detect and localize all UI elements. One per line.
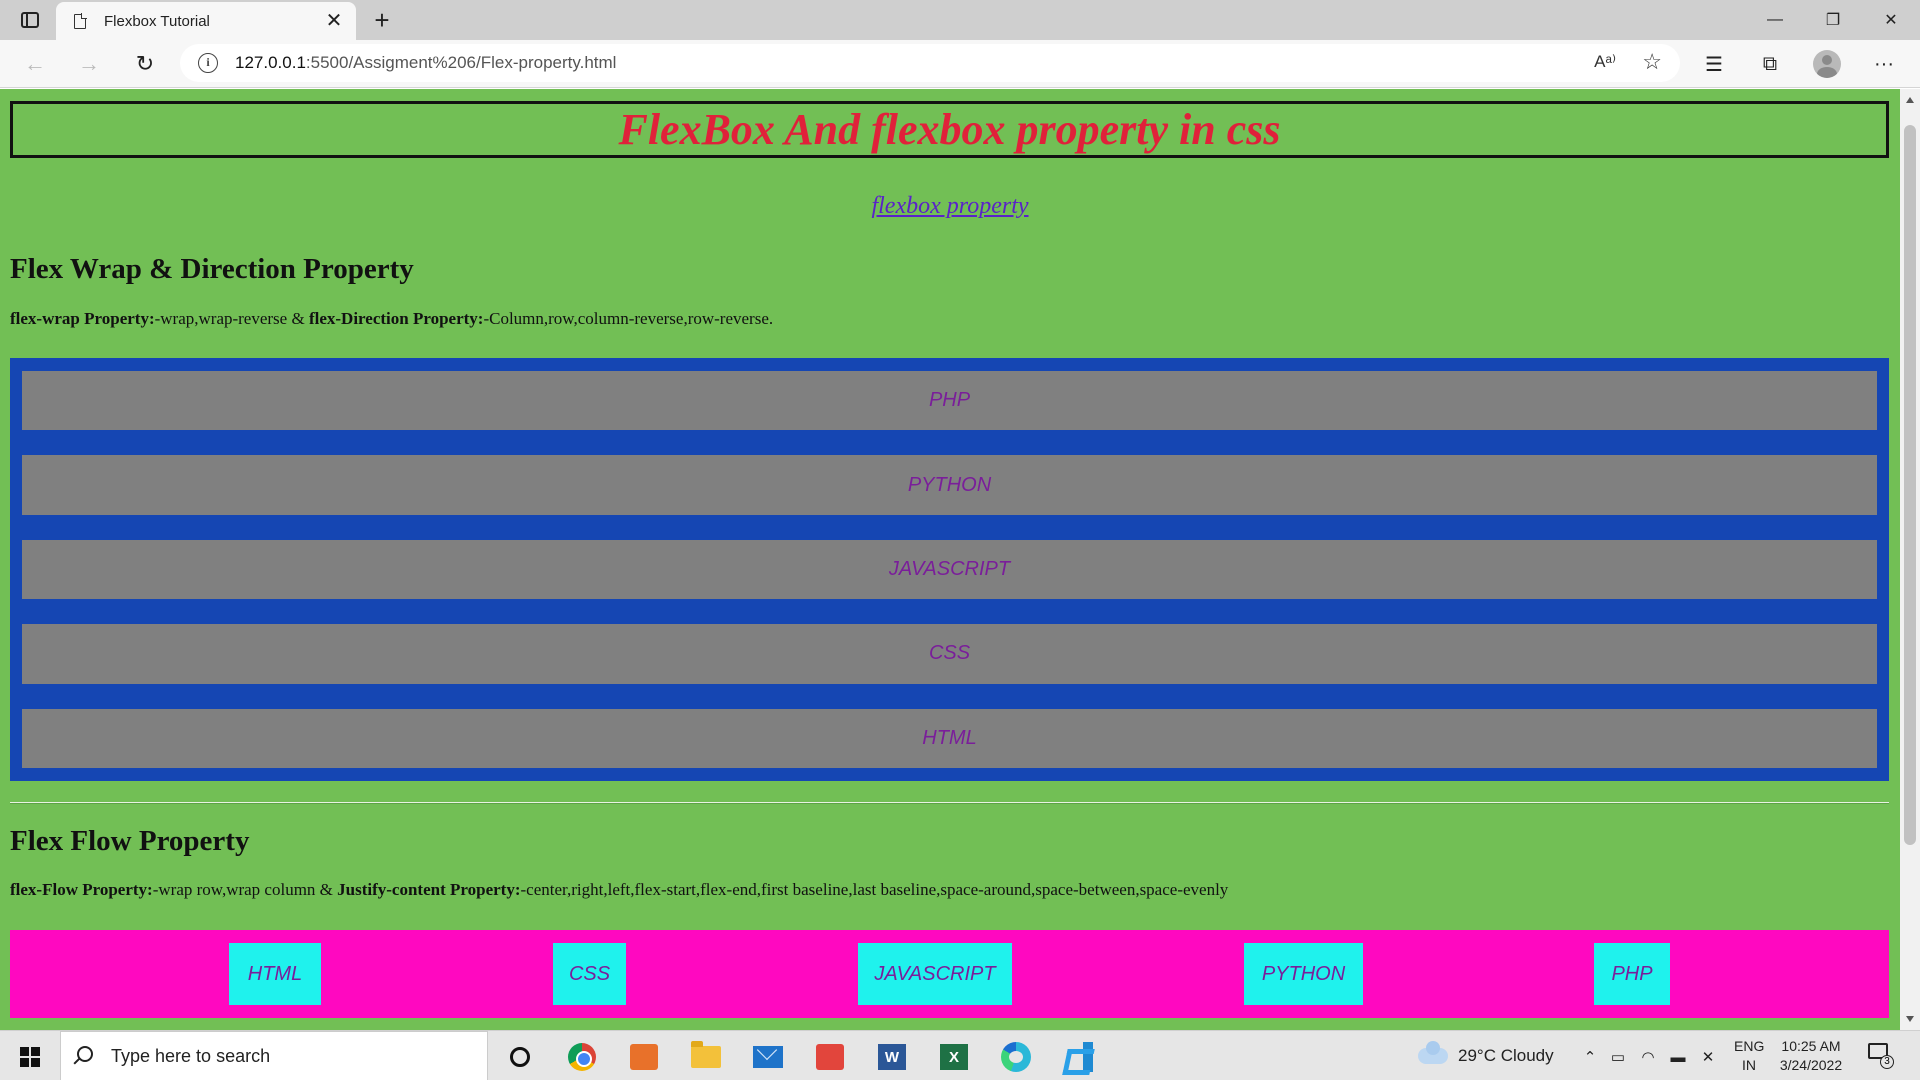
- tab-title: Flexbox Tutorial: [104, 12, 210, 30]
- more-menu-icon[interactable]: ···: [1867, 48, 1901, 80]
- file-explorer-icon[interactable]: [684, 1039, 728, 1075]
- language-indicator[interactable]: ENG IN: [1734, 1037, 1764, 1075]
- flex-item-html: HTML: [229, 943, 321, 1005]
- site-info-icon[interactable]: i: [198, 53, 218, 73]
- speaker-muted-icon[interactable]: ✕: [1696, 1045, 1720, 1069]
- browser-tab-bar: Flexbox Tutorial ✕ + — ❐ ✕: [0, 0, 1920, 40]
- excel-icon[interactable]: X: [932, 1039, 976, 1075]
- cortana-icon[interactable]: [498, 1039, 542, 1075]
- flex-item-python: PYTHON: [1244, 943, 1363, 1005]
- word-icon[interactable]: W: [870, 1039, 914, 1075]
- flex-item-html: HTML: [22, 708, 1877, 769]
- favorites-icon[interactable]: ☰: [1697, 48, 1731, 80]
- search-icon: [77, 1046, 93, 1062]
- section-flex-flow-desc: flex-Flow Property:-wrap row,wrap column…: [10, 880, 1229, 899]
- restore-button[interactable]: ❐: [1804, 0, 1862, 40]
- scroll-down-icon[interactable]: [1906, 1016, 1914, 1022]
- profile-button[interactable]: [1810, 48, 1844, 80]
- flex-row-container: HTML CSS JAVASCRIPT PYTHON PHP: [10, 930, 1889, 1018]
- presentation-app-icon[interactable]: [622, 1039, 666, 1075]
- notification-center-icon[interactable]: 3: [1868, 1043, 1894, 1069]
- new-tab-button[interactable]: +: [368, 6, 396, 34]
- horizontal-rule: [10, 802, 1889, 804]
- browser-toolbar: ← → ↻ i 127.0.0.1:5500/Assigment%206/Fle…: [0, 40, 1920, 88]
- collections-icon[interactable]: ⧉: [1753, 48, 1787, 80]
- taskbar-search[interactable]: Type here to search: [60, 1031, 488, 1080]
- chevron-up-icon[interactable]: ⌃: [1578, 1045, 1602, 1069]
- page-icon: [74, 12, 87, 29]
- flexbox-property-link[interactable]: flexbox property: [0, 193, 1900, 220]
- flex-item-python: PYTHON: [22, 455, 1877, 515]
- notification-count: 3: [1880, 1055, 1894, 1069]
- forward-button[interactable]: →: [74, 50, 104, 78]
- page-heading: FlexBox And flexbox property in css: [618, 105, 1281, 154]
- refresh-button[interactable]: ↻: [130, 50, 160, 78]
- tab-actions-icon[interactable]: [16, 8, 44, 32]
- flex-column-container: PHP PYTHON JAVASCRIPT CSS HTML: [10, 358, 1889, 781]
- add-favorite-icon[interactable]: ☆: [1642, 49, 1662, 75]
- minimize-button[interactable]: —: [1746, 0, 1804, 40]
- edge-icon[interactable]: [994, 1039, 1038, 1075]
- vscode-icon[interactable]: [1056, 1039, 1100, 1075]
- window-controls: — ❐ ✕: [1746, 0, 1920, 40]
- chrome-icon[interactable]: [560, 1039, 604, 1075]
- scrollbar-thumb[interactable]: [1904, 125, 1916, 845]
- battery-icon[interactable]: ▬: [1666, 1045, 1690, 1069]
- start-button[interactable]: [10, 1043, 50, 1071]
- flex-item-css: CSS: [22, 624, 1877, 684]
- windows-icon: [20, 1047, 40, 1067]
- taskbar: Type here to search W X 29°C Cloudy ⌃ ▭ …: [0, 1030, 1920, 1080]
- page-heading-box: FlexBox And flexbox property in css: [10, 101, 1889, 158]
- wifi-icon[interactable]: ◠: [1636, 1045, 1660, 1069]
- close-tab-icon[interactable]: ✕: [322, 9, 346, 33]
- search-placeholder: Type here to search: [111, 1046, 271, 1066]
- weather-widget[interactable]: 29°C Cloudy: [1418, 1031, 1554, 1080]
- flex-item-javascript: JAVASCRIPT: [22, 539, 1877, 600]
- flex-item-php: PHP: [22, 371, 1877, 431]
- back-button[interactable]: ←: [20, 50, 50, 78]
- browser-tab[interactable]: Flexbox Tutorial ✕: [56, 2, 356, 40]
- flex-item-css: CSS: [553, 943, 626, 1005]
- clock[interactable]: 10:25 AM 3/24/2022: [1776, 1037, 1846, 1075]
- flex-item-php: PHP: [1594, 943, 1670, 1005]
- read-aloud-icon[interactable]: Aᵃ⁾: [1594, 52, 1616, 72]
- meet-now-icon[interactable]: ▭: [1606, 1045, 1630, 1069]
- page-viewport: FlexBox And flexbox property in css flex…: [0, 89, 1900, 1030]
- scroll-up-icon[interactable]: [1906, 97, 1914, 103]
- cloud-icon: [1418, 1041, 1448, 1064]
- flex-item-javascript: JAVASCRIPT: [858, 943, 1012, 1005]
- mail-icon[interactable]: [746, 1039, 790, 1075]
- avatar: [1813, 50, 1841, 78]
- page-scrollbar[interactable]: [1900, 89, 1920, 1030]
- section-wrap-direction-title: Flex Wrap & Direction Property: [10, 253, 414, 285]
- close-window-button[interactable]: ✕: [1862, 0, 1920, 40]
- address-bar[interactable]: i 127.0.0.1:5500/Assigment%206/Flex-prop…: [180, 44, 1680, 82]
- section-flex-flow-title: Flex Flow Property: [10, 825, 250, 857]
- weather-text: 29°C Cloudy: [1458, 1046, 1554, 1065]
- office-app-icon[interactable]: [808, 1039, 852, 1075]
- section-wrap-direction-desc: flex-wrap Property:-wrap,wrap-reverse & …: [10, 309, 774, 328]
- url-text[interactable]: 127.0.0.1:5500/Assigment%206/Flex-proper…: [235, 53, 616, 73]
